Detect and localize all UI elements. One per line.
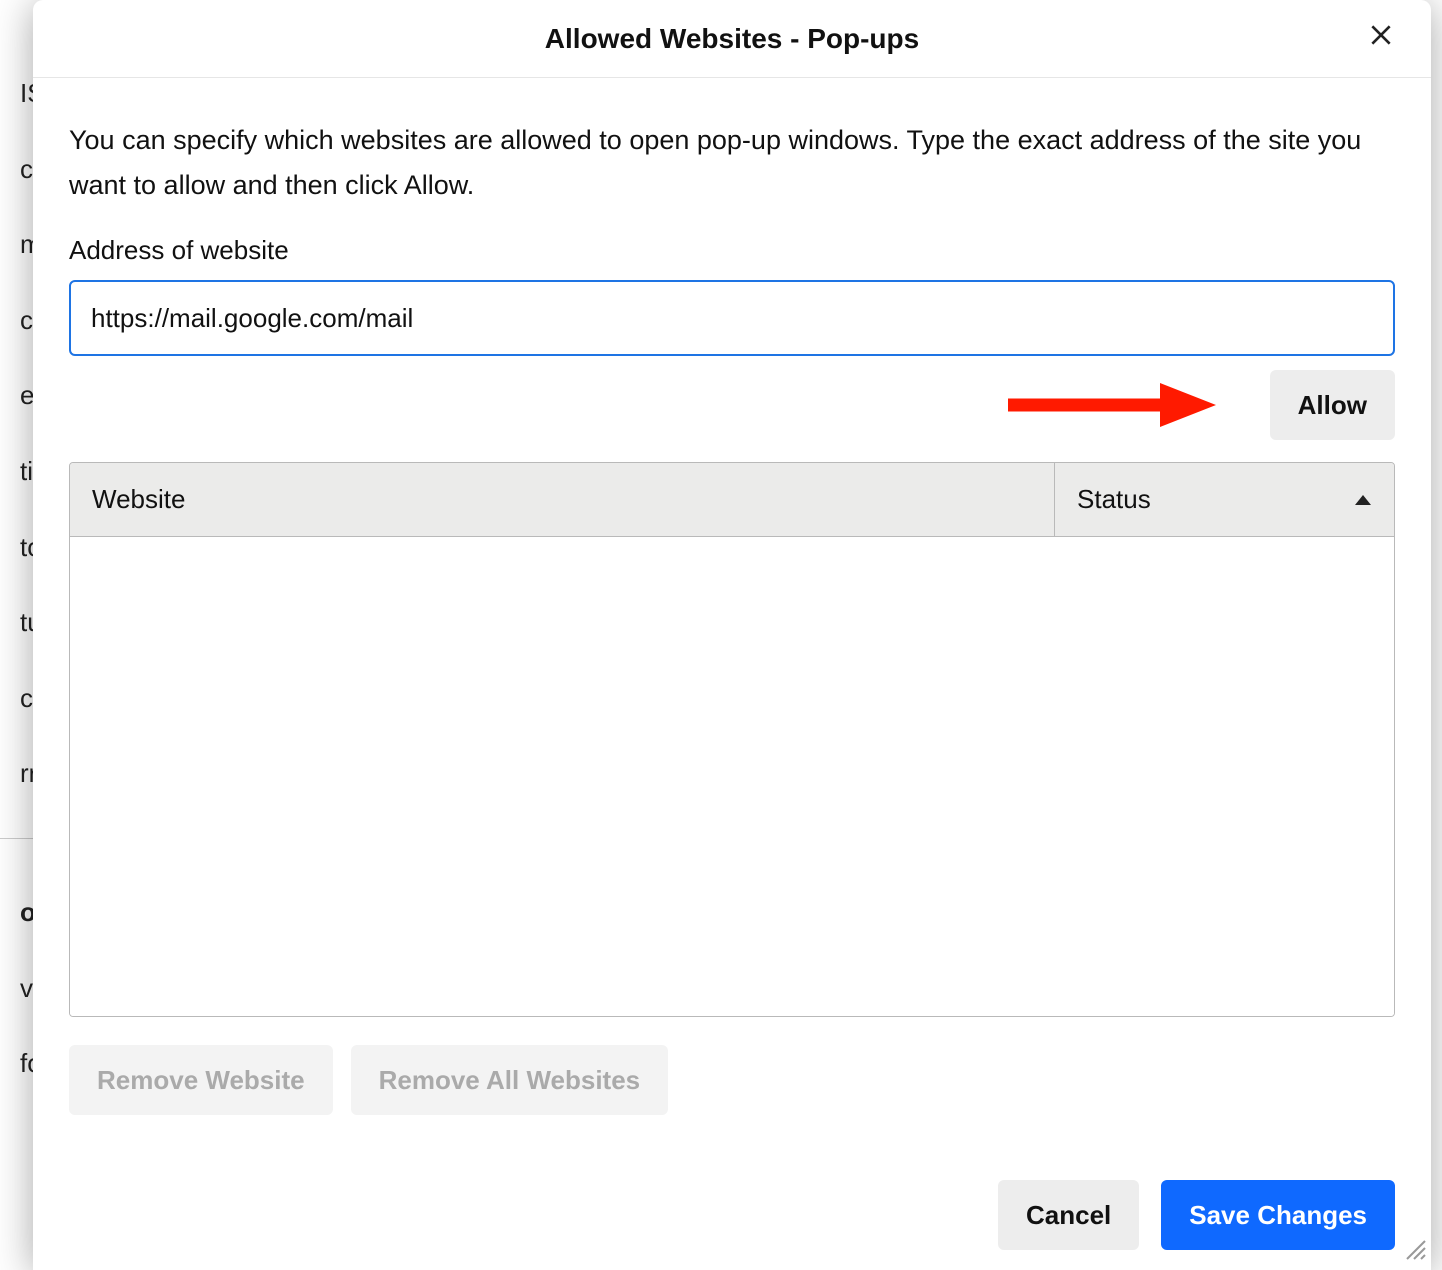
remove-all-websites-button[interactable]: Remove All Websites <box>351 1045 669 1115</box>
allow-row: Allow <box>69 370 1395 440</box>
save-changes-button[interactable]: Save Changes <box>1161 1180 1395 1250</box>
allow-button[interactable]: Allow <box>1270 370 1395 440</box>
column-header-status-label: Status <box>1077 484 1151 515</box>
sort-ascending-icon <box>1354 493 1372 507</box>
modal-body: You can specify which websites are allow… <box>33 78 1431 1270</box>
websites-table: Website Status <box>69 462 1395 1017</box>
address-input[interactable] <box>69 280 1395 356</box>
allowed-websites-modal: Allowed Websites - Pop-ups You can speci… <box>33 0 1431 1270</box>
modal-description: You can specify which websites are allow… <box>69 118 1395 207</box>
close-button[interactable] <box>1363 18 1399 54</box>
column-header-status[interactable]: Status <box>1054 463 1394 536</box>
address-label: Address of website <box>69 235 1395 266</box>
modal-header: Allowed Websites - Pop-ups <box>33 0 1431 78</box>
cancel-button[interactable]: Cancel <box>998 1180 1139 1250</box>
remove-buttons-row: Remove Website Remove All Websites <box>69 1045 1395 1115</box>
footer-buttons: Cancel Save Changes <box>69 1180 1395 1250</box>
resize-grip[interactable] <box>1399 1233 1427 1266</box>
modal-title: Allowed Websites - Pop-ups <box>545 23 919 55</box>
table-header: Website Status <box>70 463 1394 537</box>
remove-website-button[interactable]: Remove Website <box>69 1045 333 1115</box>
arrow-annotation <box>1000 377 1230 433</box>
table-body-empty <box>70 537 1394 1016</box>
column-header-website[interactable]: Website <box>70 463 1054 536</box>
close-icon <box>1368 22 1394 51</box>
